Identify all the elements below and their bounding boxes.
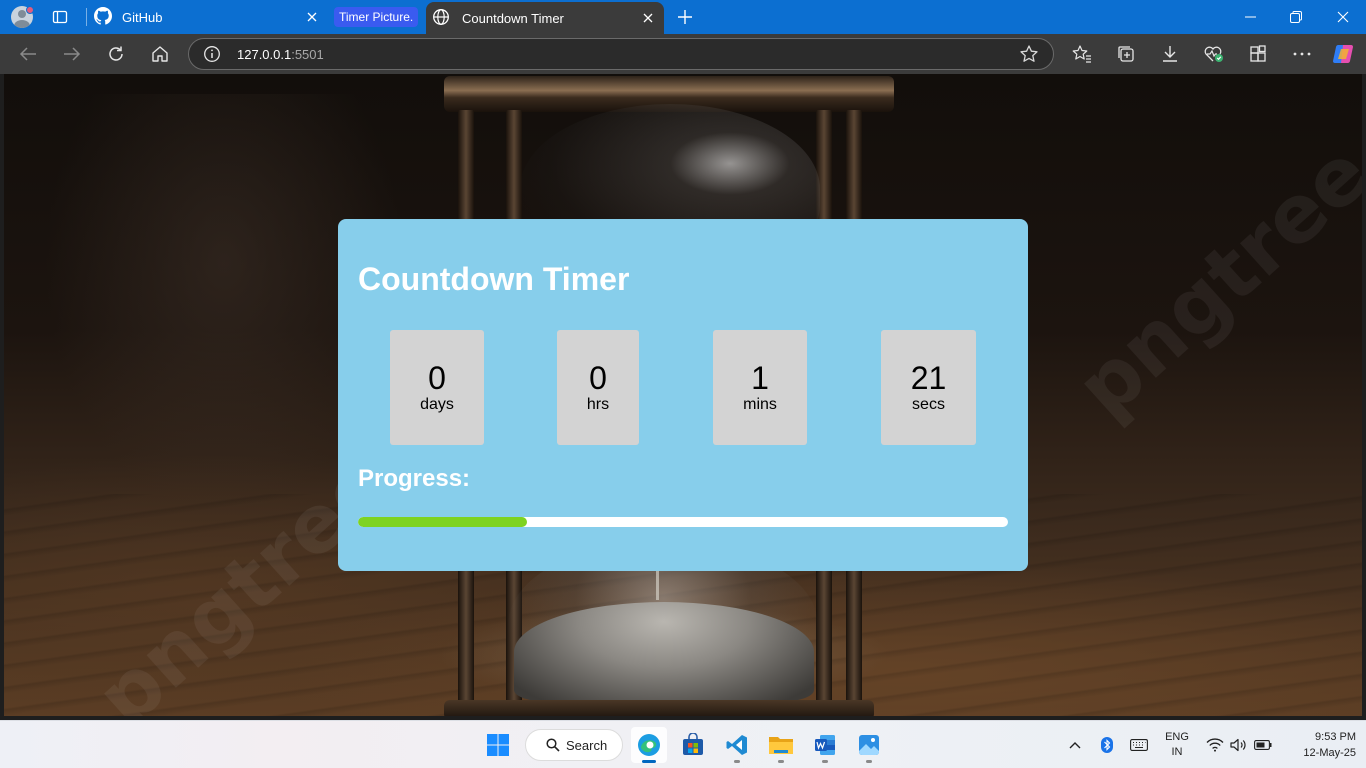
chevron-up-icon[interactable] [1066, 731, 1084, 759]
page-title: Countdown Timer [358, 261, 630, 297]
clock-time: 9:53 PM [1315, 731, 1356, 743]
profile-icon[interactable] [8, 4, 36, 30]
info-icon[interactable] [203, 45, 221, 63]
tab-label: GitHub [122, 9, 163, 25]
home-icon[interactable] [144, 40, 176, 68]
minutes-box: 1 mins [713, 330, 807, 445]
close-icon[interactable] [1320, 0, 1366, 34]
browser-toolbar: 127.0.0.1:5501 [0, 34, 1366, 74]
copilot-icon[interactable] [1328, 40, 1360, 68]
bluetooth-icon[interactable] [1098, 731, 1116, 759]
hourglass-bottom-frame [444, 700, 874, 716]
days-value: 0 [428, 359, 446, 396]
hours-box: 0 hrs [557, 330, 639, 445]
countdown-card: Countdown Timer 0 days 0 hrs 1 mins 21 s… [338, 219, 1028, 571]
running-indicator [734, 760, 740, 763]
tab-group-label[interactable]: Timer Picture. [334, 7, 419, 27]
language-code: ENG [1165, 731, 1189, 743]
url-port: :5501 [291, 47, 324, 62]
seconds-value: 21 [910, 359, 947, 396]
language-indicator[interactable]: ENG IN [1160, 730, 1194, 760]
watermark: pngtree [1058, 126, 1362, 435]
extensions-icon[interactable] [1242, 40, 1274, 68]
url-host: 127.0.0.1 [237, 47, 292, 62]
hours-label: hrs [586, 395, 610, 413]
active-indicator [642, 760, 656, 763]
vscode-icon[interactable] [719, 727, 755, 763]
windows-start-icon[interactable] [480, 727, 516, 763]
minutes-value: 1 [751, 359, 769, 396]
clock-date: 12-May-25 [1303, 747, 1356, 759]
system-clock[interactable]: 9:53 PM 12-May-25 [1280, 729, 1356, 761]
star-icon[interactable] [1019, 44, 1039, 64]
running-indicator [866, 760, 872, 763]
running-indicator [778, 760, 784, 763]
hours-value: 0 [589, 359, 607, 396]
progress-bar [358, 517, 1008, 527]
back-icon[interactable] [12, 40, 44, 68]
edge-icon[interactable] [631, 727, 667, 763]
globe-icon [432, 8, 450, 29]
refresh-icon[interactable] [100, 40, 132, 68]
progress-label: Progress: [358, 465, 471, 492]
seconds-box: 21 secs [881, 330, 976, 445]
search-icon [546, 738, 560, 752]
running-indicator [822, 760, 828, 763]
battery-icon[interactable] [1253, 731, 1273, 759]
restore-icon[interactable] [1273, 0, 1319, 34]
github-icon [94, 6, 112, 28]
tab-label: Countdown Timer [462, 10, 564, 26]
download-icon[interactable] [1154, 40, 1186, 68]
seconds-label: secs [912, 395, 945, 413]
progress-fill [358, 517, 527, 527]
hourglass-sand [514, 602, 814, 702]
more-icon[interactable] [1286, 40, 1318, 68]
tab-countdown-timer[interactable]: Countdown Timer [426, 2, 664, 34]
days-box: 0 days [390, 330, 484, 445]
word-icon[interactable] [807, 727, 843, 763]
collections-icon[interactable] [1110, 40, 1142, 68]
tab-actions-icon[interactable] [46, 6, 74, 28]
minutes-label: mins [743, 395, 777, 413]
taskbar: Search ENG IN 9:53 PM 12-May-25 [0, 720, 1366, 768]
photos-icon[interactable] [851, 727, 887, 763]
store-icon[interactable] [675, 727, 711, 763]
wifi-icon[interactable] [1205, 731, 1225, 759]
minimize-icon[interactable] [1227, 0, 1273, 34]
close-icon[interactable] [640, 10, 656, 26]
title-bar: GitHub Timer Picture. Countdown Timer [0, 0, 1366, 34]
search-label: Search [566, 737, 608, 753]
health-icon[interactable] [1198, 40, 1230, 68]
days-label: days [420, 395, 454, 413]
forward-icon[interactable] [56, 40, 88, 68]
tab-github[interactable]: GitHub [88, 0, 328, 34]
volume-icon[interactable] [1229, 731, 1249, 759]
tab-separator [86, 8, 87, 26]
favorites-icon[interactable] [1066, 40, 1098, 68]
taskbar-search[interactable]: Search [525, 729, 623, 761]
close-icon[interactable] [304, 9, 320, 25]
keyboard-icon[interactable] [1128, 731, 1150, 759]
language-region: IN [1171, 746, 1183, 758]
address-bar[interactable]: 127.0.0.1:5501 [188, 38, 1054, 70]
falling-sand [656, 570, 659, 600]
url-text: 127.0.0.1:5501 [237, 47, 324, 62]
plus-icon[interactable] [672, 4, 698, 30]
file-explorer-icon[interactable] [763, 727, 799, 763]
